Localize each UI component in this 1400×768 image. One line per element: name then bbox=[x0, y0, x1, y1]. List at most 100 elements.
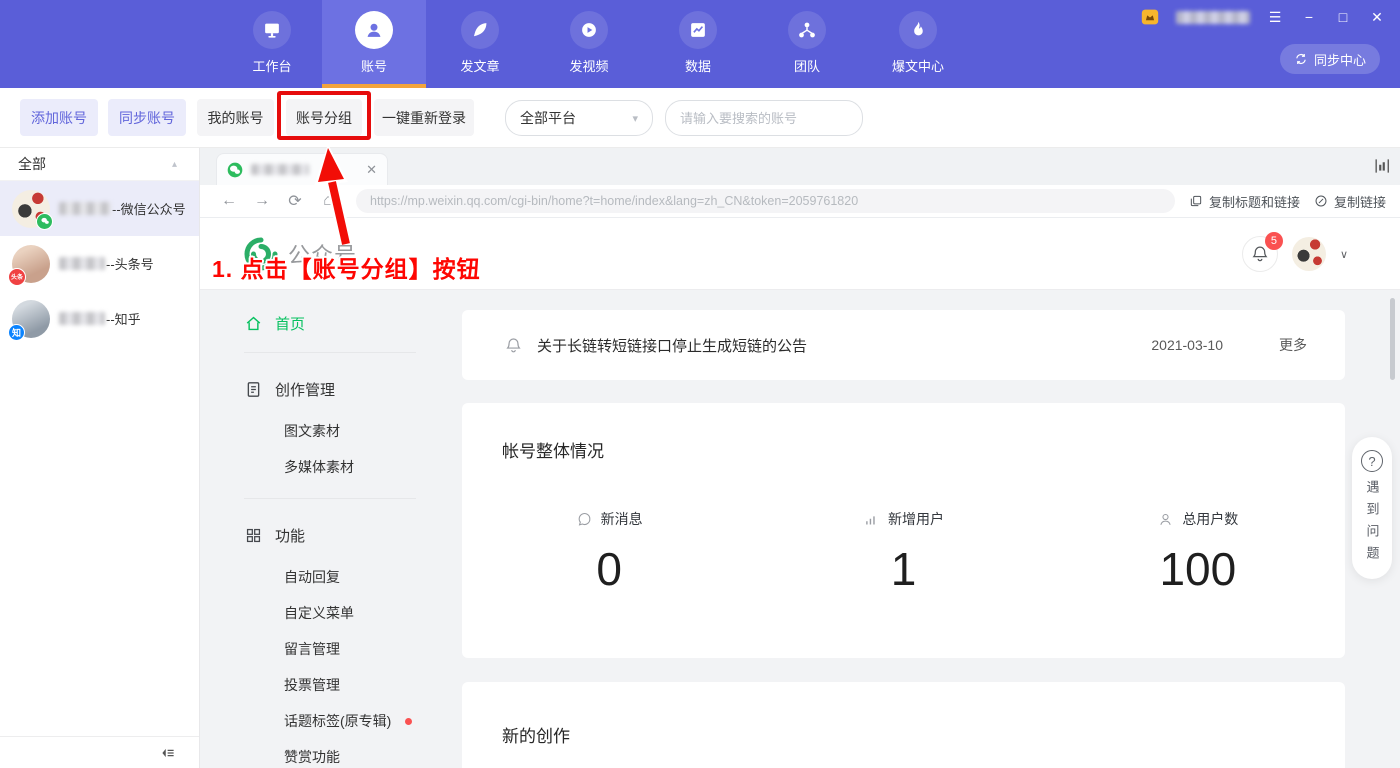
sidebar-footer bbox=[0, 736, 199, 768]
wechat-mp-logo bbox=[244, 237, 278, 271]
stat-new-messages: 新消息 0 bbox=[462, 508, 756, 596]
username-masked bbox=[1176, 11, 1250, 24]
user-icon bbox=[1157, 511, 1174, 528]
maximize-icon[interactable]: □ bbox=[1334, 9, 1352, 25]
overview-stats-row: 新消息 0 新增用户 1 总用户数 bbox=[462, 508, 1345, 596]
menu-divider bbox=[244, 352, 416, 353]
main-nav-tabs: 工作台 账号 发文章 发视频 bbox=[222, 0, 974, 88]
collapse-sidebar-icon[interactable] bbox=[159, 745, 177, 761]
app-window: 工作台 账号 发文章 发视频 bbox=[0, 0, 1400, 768]
copy-icon bbox=[1189, 194, 1203, 208]
embedded-browser: ✕ ← → ⟳ ⌂ https://mp.weixin.qq.com/cgi-b… bbox=[200, 148, 1400, 768]
menu-item-imagetext[interactable]: 图文素材 bbox=[284, 420, 340, 442]
nav-tab-workbench[interactable]: 工作台 bbox=[222, 0, 322, 88]
nav-tab-publish-video[interactable]: 发视频 bbox=[534, 0, 644, 88]
browser-tab[interactable]: ✕ bbox=[216, 153, 388, 185]
account-name-masked bbox=[59, 257, 105, 270]
reload-icon[interactable]: ⟳ bbox=[286, 191, 304, 211]
account-toolbar: 添加账号 同步账号 我的账号 账号分组 一键重新登录 全部平台 ▾ bbox=[0, 88, 1400, 148]
browser-tab-strip: ✕ bbox=[200, 148, 1400, 185]
announcement-more-link[interactable]: 更多 bbox=[1279, 335, 1307, 355]
top-nav-bar: 工作台 账号 发文章 发视频 bbox=[0, 0, 1400, 88]
nav-tab-team[interactable]: 团队 bbox=[752, 0, 862, 88]
minimize-icon[interactable]: − bbox=[1300, 9, 1318, 25]
account-list-sidebar: 全部 ▴ --微信公众号 头条 --头条号 知 --知乎 bbox=[0, 148, 200, 768]
stat-value: 100 bbox=[1159, 542, 1236, 596]
account-search-box bbox=[665, 100, 863, 136]
sync-account-button[interactable]: 同步账号 bbox=[108, 99, 186, 136]
platform-filter-select[interactable]: 全部平台 ▾ bbox=[505, 100, 653, 136]
account-name-masked bbox=[59, 202, 111, 215]
caret-up-icon: ▴ bbox=[172, 159, 177, 170]
tab-close-icon[interactable]: ✕ bbox=[366, 162, 377, 178]
menu-item-topics[interactable]: 话题标签(原专辑) bbox=[284, 710, 412, 732]
account-item-wechat[interactable]: --微信公众号 bbox=[0, 181, 199, 236]
grid-icon bbox=[244, 526, 263, 545]
document-icon bbox=[244, 380, 263, 399]
app-menu-icon[interactable]: ☰ bbox=[1266, 9, 1284, 26]
url-bar[interactable]: https://mp.weixin.qq.com/cgi-bin/home?t=… bbox=[356, 189, 1175, 213]
nav-tab-account[interactable]: 账号 bbox=[322, 0, 426, 88]
menu-item-autoreply[interactable]: 自动回复 bbox=[284, 566, 340, 588]
tab-stats-icon[interactable] bbox=[1372, 156, 1392, 176]
window-titlebar: ☰ − □ ✕ bbox=[1140, 8, 1386, 26]
menu-item-multimedia[interactable]: 多媒体素材 bbox=[284, 456, 354, 478]
home-icon[interactable]: ⌂ bbox=[319, 192, 337, 210]
menu-item-votes[interactable]: 投票管理 bbox=[284, 674, 340, 696]
data-icon bbox=[679, 11, 717, 49]
menu-divider bbox=[244, 498, 416, 499]
account-name-masked bbox=[59, 312, 105, 325]
menu-item-home[interactable]: 首页 bbox=[244, 312, 305, 334]
menu-item-comments[interactable]: 留言管理 bbox=[284, 638, 340, 660]
menu-section-functions[interactable]: 功能 bbox=[244, 524, 305, 546]
account-group-header[interactable]: 全部 ▴ bbox=[0, 148, 199, 181]
wechat-mp-brand: 公众号 bbox=[244, 237, 357, 271]
nav-tab-hot-center[interactable]: 爆文中心 bbox=[862, 0, 974, 88]
back-icon[interactable]: ← bbox=[220, 192, 238, 210]
add-account-button[interactable]: 添加账号 bbox=[20, 99, 98, 136]
menu-section-creation[interactable]: 创作管理 bbox=[244, 378, 335, 400]
browser-nav-bar: ← → ⟳ ⌂ https://mp.weixin.qq.com/cgi-bin… bbox=[200, 185, 1400, 218]
account-search-input[interactable] bbox=[680, 111, 856, 126]
bar-chart-icon bbox=[863, 511, 880, 528]
announcement-card: 关于长链转短链接口停止生成短链的公告 2021-03-10 更多 bbox=[462, 310, 1345, 380]
nav-tab-publish-article[interactable]: 发文章 bbox=[426, 0, 534, 88]
publish-article-icon bbox=[461, 11, 499, 49]
profile-avatar[interactable] bbox=[1292, 237, 1326, 271]
page-header-right: 5 ∨ bbox=[1242, 236, 1348, 272]
nav-tab-data[interactable]: 数据 bbox=[644, 0, 752, 88]
close-icon[interactable]: ✕ bbox=[1368, 9, 1386, 26]
my-account-button[interactable]: 我的账号 bbox=[197, 99, 274, 136]
sync-center-button[interactable]: 同步中心 bbox=[1280, 44, 1380, 74]
announcement-bell-icon bbox=[504, 336, 523, 355]
vip-crown-icon bbox=[1140, 8, 1160, 26]
scrollbar-thumb[interactable] bbox=[1390, 298, 1395, 380]
account-icon bbox=[355, 11, 393, 49]
wechat-badge-icon bbox=[36, 213, 53, 230]
chevron-down-icon[interactable]: ∨ bbox=[1340, 248, 1348, 261]
forward-icon[interactable]: → bbox=[253, 192, 271, 210]
stat-value: 0 bbox=[596, 542, 622, 596]
notification-bell-button[interactable]: 5 bbox=[1242, 236, 1278, 272]
publish-video-icon bbox=[570, 11, 608, 49]
copy-title-link-button[interactable]: 复制标题和链接 bbox=[1189, 192, 1300, 211]
copy-link-button[interactable]: 复制链接 bbox=[1314, 192, 1386, 211]
account-group-button[interactable]: 账号分组 bbox=[286, 99, 362, 136]
help-float-button[interactable]: ? 遇到问题 bbox=[1352, 437, 1392, 579]
announcement-text[interactable]: 关于长链转短链接口停止生成短链的公告 bbox=[537, 335, 807, 356]
relogin-button[interactable]: 一键重新登录 bbox=[374, 99, 474, 136]
account-item-zhihu[interactable]: 知 --知乎 bbox=[0, 291, 199, 346]
team-icon bbox=[788, 11, 826, 49]
toutiao-badge: 头条 bbox=[8, 268, 26, 286]
account-item-toutiao[interactable]: 头条 --头条号 bbox=[0, 236, 199, 291]
overview-title: 帐号整体情况 bbox=[502, 437, 604, 462]
menu-item-reward[interactable]: 赞赏功能 bbox=[284, 746, 340, 768]
zhihu-badge: 知 bbox=[8, 324, 25, 341]
help-label: 遇到问题 bbox=[1363, 480, 1382, 568]
wechat-page-header: 公众号 5 ∨ bbox=[200, 218, 1400, 290]
stat-total-users: 总用户数 100 bbox=[1051, 508, 1345, 596]
avatar: 知 bbox=[12, 300, 50, 338]
question-icon: ? bbox=[1361, 450, 1383, 472]
avatar bbox=[12, 190, 50, 228]
menu-item-custommenu[interactable]: 自定义菜单 bbox=[284, 602, 354, 624]
